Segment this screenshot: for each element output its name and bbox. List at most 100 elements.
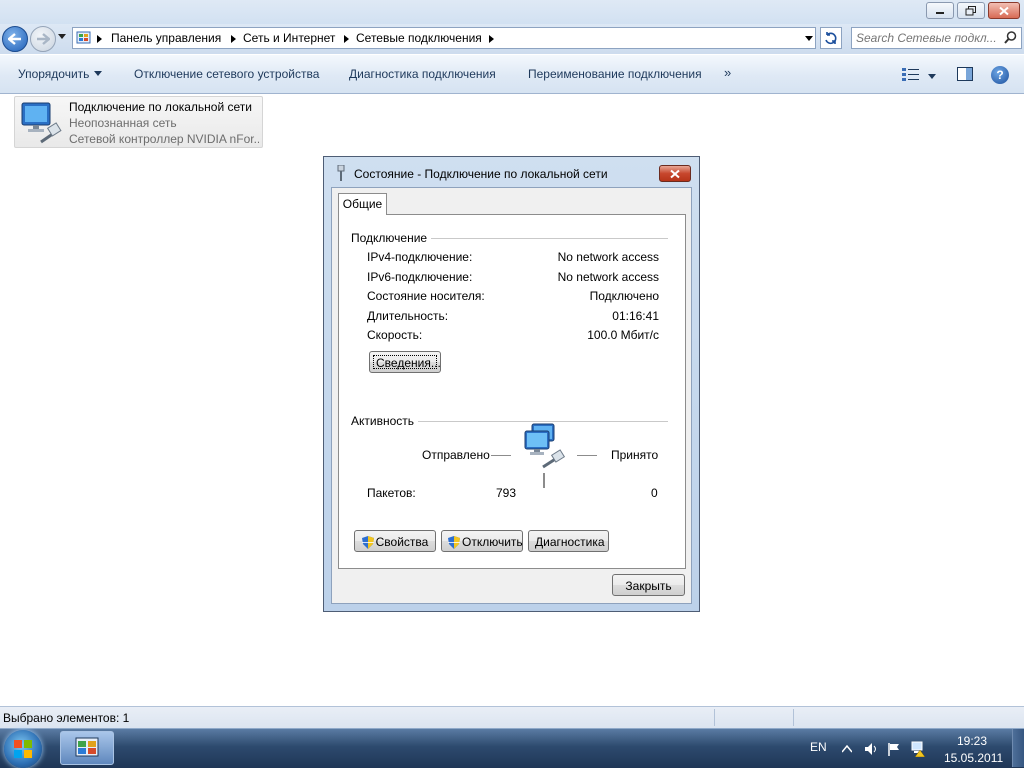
- rename-connection-button[interactable]: Переименование подключения: [528, 67, 702, 81]
- taskbar-item-control-panel[interactable]: [60, 731, 114, 765]
- network-adapter-icon: [21, 102, 62, 144]
- ipv6-label: IPv6-подключение:: [367, 270, 473, 284]
- focus-rectangle: [373, 355, 437, 369]
- clock-time[interactable]: 19:23: [957, 734, 987, 748]
- taskbar: EN 19:23 15.05.2011: [0, 728, 1024, 768]
- minimize-button[interactable]: [926, 2, 954, 19]
- network-warning-icon[interactable]: [910, 741, 926, 757]
- packets-label: Пакетов:: [367, 486, 416, 500]
- control-panel-icon: [76, 31, 91, 44]
- sent-line: [491, 455, 511, 456]
- connection-name: Подключение по локальной сети: [69, 100, 252, 114]
- control-panel-icon: [75, 737, 99, 757]
- breadcrumb-network-internet[interactable]: Сеть и Интернет: [243, 31, 335, 45]
- duration-value: 01:16:41: [612, 309, 659, 323]
- view-options-dropdown-icon[interactable]: [928, 74, 936, 79]
- tab-general[interactable]: Общие: [338, 193, 387, 215]
- more-commands-button[interactable]: »: [724, 65, 731, 80]
- restore-icon: [965, 5, 976, 15]
- organize-label: Упорядочить: [18, 67, 90, 81]
- breadcrumb-separator-icon[interactable]: [231, 35, 236, 43]
- organize-menu-button[interactable]: Упорядочить: [18, 67, 103, 81]
- diagnose-button[interactable]: Диагностика: [528, 530, 609, 552]
- breadcrumb-separator-icon[interactable]: [97, 35, 102, 43]
- received-label: Принято: [611, 448, 659, 462]
- refresh-button[interactable]: [820, 27, 842, 49]
- dialog-close-x-button[interactable]: [659, 165, 691, 182]
- window-title-bar[interactable]: [0, 0, 1024, 24]
- minimize-icon: [936, 11, 944, 14]
- recent-pages-dropdown-icon[interactable]: [58, 34, 66, 40]
- address-field[interactable]: Панель управления Сеть и Интернет Сетевы…: [72, 27, 816, 49]
- arrow-right-icon: [37, 33, 50, 45]
- network-cable-icon: [337, 165, 345, 181]
- activity-group-heading: Активность: [351, 414, 419, 428]
- command-bar: Упорядочить Отключение сетевого устройст…: [0, 55, 1024, 94]
- search-input[interactable]: [856, 30, 996, 46]
- ipv6-value: No network access: [557, 270, 659, 284]
- connection-device-name: Сетевой контроллер NVIDIA nFor...: [69, 132, 259, 146]
- packets-received-value: 0: [651, 486, 658, 500]
- media-state-label: Состояние носителя:: [367, 289, 485, 303]
- properties-button[interactable]: Свойства: [354, 530, 436, 552]
- show-hidden-icons-icon[interactable]: [842, 745, 852, 753]
- clock-date[interactable]: 15.05.2011: [944, 751, 1003, 765]
- status-bar-divider: [714, 709, 715, 726]
- close-icon: [670, 169, 680, 178]
- breadcrumb-separator-icon[interactable]: [489, 35, 494, 43]
- dialog-body: Общие Подключение IPv4-подключение: No n…: [331, 187, 692, 604]
- close-window-button[interactable]: [988, 2, 1020, 19]
- connection-network-status: Неопознанная сеть: [69, 116, 177, 130]
- change-view-icon[interactable]: [902, 67, 920, 82]
- network-activity-icon: [524, 423, 566, 469]
- connection-group-heading: Подключение: [351, 231, 432, 245]
- disable-button-label: Отключить: [462, 535, 523, 549]
- address-dropdown-icon[interactable]: [805, 36, 813, 41]
- volume-icon[interactable]: [864, 742, 878, 756]
- packets-sent-value: 793: [496, 486, 517, 500]
- speed-label: Скорость:: [367, 328, 423, 342]
- breadcrumb-network-connections[interactable]: Сетевые подключения: [356, 31, 482, 45]
- disable-device-button[interactable]: Отключение сетевого устройства: [134, 67, 319, 81]
- start-button[interactable]: [4, 730, 42, 768]
- sent-label: Отправлено: [422, 448, 490, 462]
- chevron-down-icon: [94, 71, 103, 76]
- selected-items-count: Выбрано элементов: 1: [3, 711, 130, 725]
- preview-pane-icon[interactable]: [957, 67, 973, 81]
- search-box[interactable]: [851, 27, 1022, 49]
- packets-divider: [543, 473, 545, 488]
- diagnose-connection-button[interactable]: Диагностика подключения: [349, 67, 496, 81]
- language-indicator[interactable]: EN: [810, 740, 827, 754]
- ipv4-value: No network access: [557, 250, 659, 264]
- status-bar: Выбрано элементов: 1: [0, 706, 1024, 729]
- breadcrumb-control-panel[interactable]: Панель управления: [111, 31, 221, 45]
- speed-value: 100.0 Мбит/с: [587, 328, 659, 342]
- action-center-flag-icon[interactable]: [887, 742, 901, 756]
- restore-button[interactable]: [957, 2, 985, 19]
- ipv4-label: IPv4-подключение:: [367, 250, 473, 264]
- duration-label: Длительность:: [367, 309, 449, 323]
- address-bar-row: Панель управления Сеть и Интернет Сетевы…: [0, 24, 1024, 54]
- uac-shield-icon: [361, 536, 374, 549]
- refresh-icon: [825, 32, 837, 45]
- help-icon[interactable]: ?: [991, 66, 1009, 84]
- forward-button[interactable]: [30, 26, 56, 52]
- status-bar-divider: [793, 709, 794, 726]
- show-desktop-button[interactable]: [1012, 729, 1024, 767]
- breadcrumb-separator-icon[interactable]: [344, 35, 349, 43]
- arrow-left-icon: [8, 33, 21, 45]
- media-state-value: Подключено: [589, 289, 659, 303]
- details-button[interactable]: Сведения...: [369, 351, 441, 373]
- search-icon[interactable]: [1004, 31, 1017, 44]
- uac-shield-icon: [448, 536, 460, 549]
- connection-item-local-area[interactable]: Подключение по локальной сети Неопознанн…: [14, 96, 263, 148]
- properties-button-label: Свойства: [375, 535, 429, 549]
- received-line: [577, 455, 597, 456]
- close-icon: [999, 6, 1009, 15]
- tab-panel-general: Подключение IPv4-подключение: No network…: [338, 214, 686, 569]
- back-button[interactable]: [2, 26, 28, 52]
- connection-status-dialog: Состояние - Подключение по локальной сет…: [323, 156, 700, 612]
- close-dialog-button[interactable]: Закрыть: [612, 574, 685, 596]
- windows-logo-icon: [14, 740, 32, 758]
- disable-button[interactable]: Отключить: [441, 530, 523, 552]
